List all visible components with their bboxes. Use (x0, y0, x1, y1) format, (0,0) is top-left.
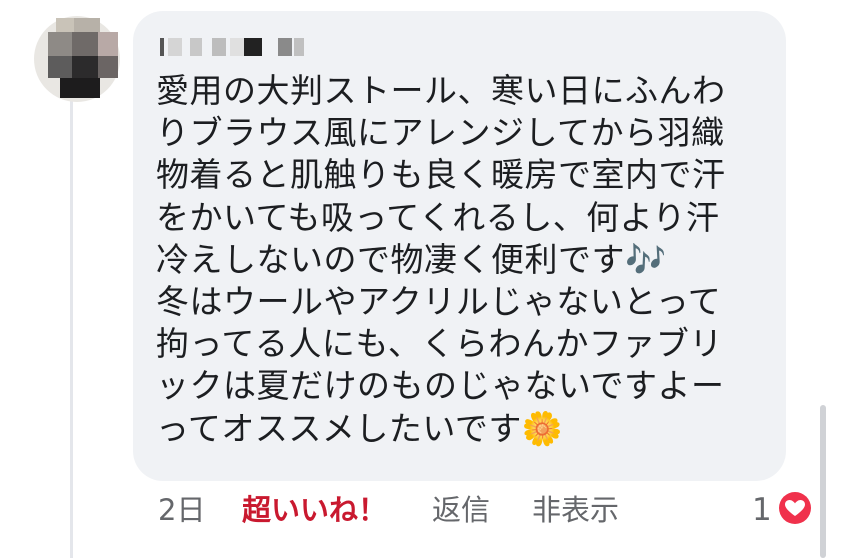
scrollbar[interactable] (820, 405, 826, 558)
reply-button[interactable]: 返信 (432, 490, 490, 530)
comment-line: 冷えしないので物凄く便利です🎶 (156, 239, 667, 279)
super-like-button[interactable]: 超いいね！ (242, 490, 387, 530)
comment-line: 物着ると肌触りも良く暖房で室内で汗 (156, 155, 726, 195)
reply-thread-line (70, 95, 73, 558)
timestamp-link[interactable]: 2日 (158, 490, 205, 530)
comment-line: をかいても吸ってくれるし、何より汗 (156, 197, 720, 237)
hide-button[interactable]: 非表示 (532, 490, 619, 530)
avatar[interactable] (34, 16, 120, 102)
comment-text: 愛用の大判ストール、寒い日にふんわ りブラウス風にアレンジしてから羽織 物着ると… (156, 70, 776, 450)
love-reaction-icon[interactable] (776, 489, 814, 527)
comment-actions: 2日 超いいね！ 返信 非表示 1 (0, 490, 860, 534)
comment-line: 愛用の大判ストール、寒い日にふんわ (156, 71, 726, 110)
comment-line: りブラウス風にアレンジしてから羽織 (156, 113, 725, 153)
comment-line: ックは夏だけのものじゃないですよー (156, 366, 725, 406)
comment-line: 冬はウールやアクリルじゃないとって (156, 282, 722, 322)
commenter-name[interactable] (160, 38, 340, 56)
reaction-count[interactable]: 1 (752, 490, 772, 530)
comment-line: ってオススメしたいです🌼 (156, 408, 564, 448)
comment-line: 拘ってる人にも、くらわんかファブリ (156, 324, 723, 364)
